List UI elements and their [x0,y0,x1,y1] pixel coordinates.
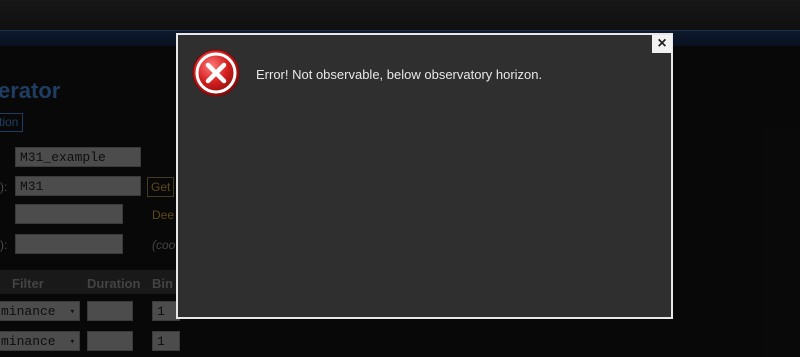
error-icon [191,48,241,98]
close-button[interactable]: × [652,35,672,53]
error-message: Error! Not observable, below observatory… [256,67,543,82]
